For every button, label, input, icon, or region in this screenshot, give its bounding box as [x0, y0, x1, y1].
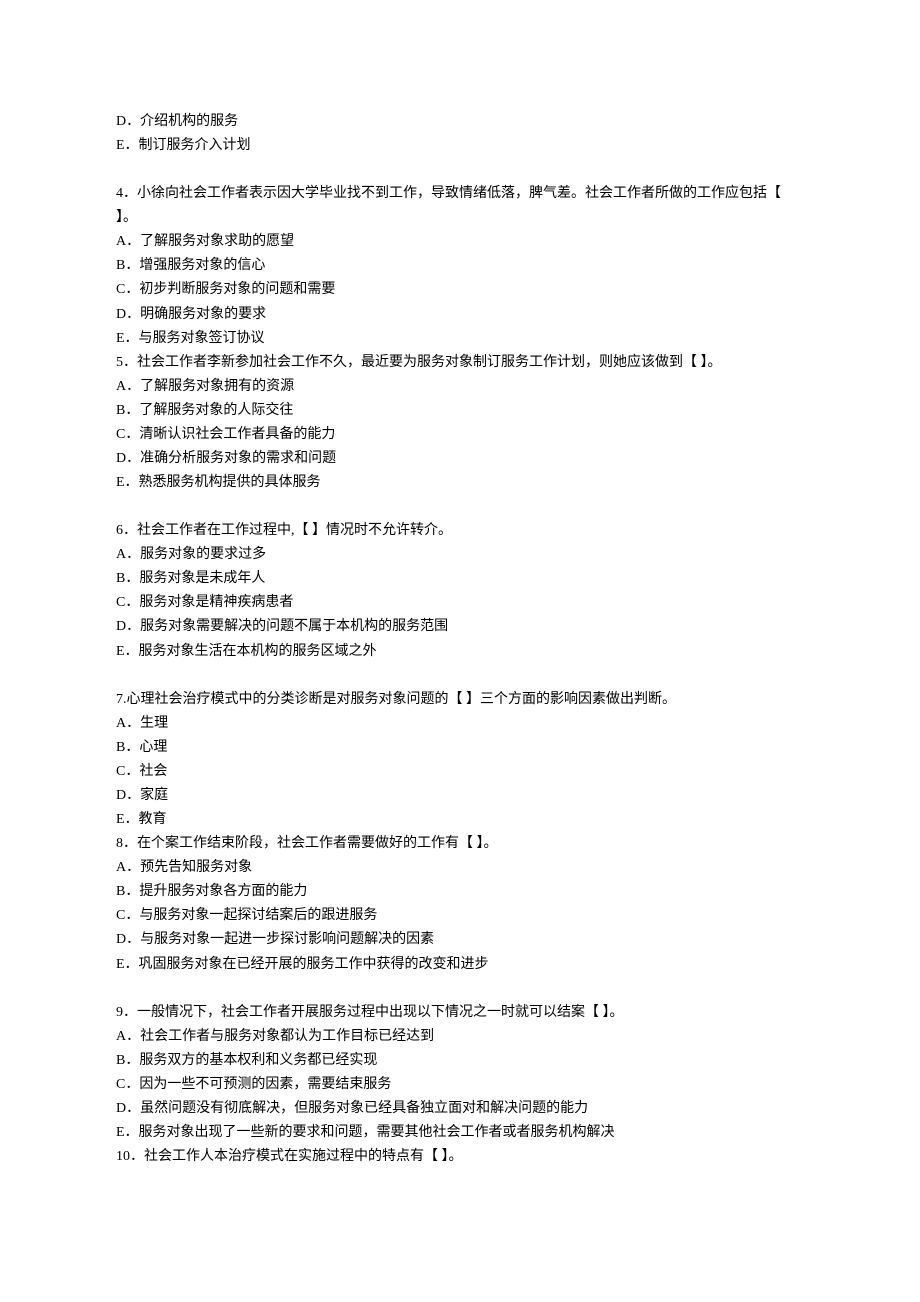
text-line: C．清晰认识社会工作者具备的能力 — [116, 423, 804, 447]
text-line: A．服务对象的要求过多 — [116, 543, 804, 567]
blank-line — [116, 158, 804, 182]
text-line: D．介绍机构的服务 — [116, 110, 804, 134]
text-line: E．制订服务介入计划 — [116, 134, 804, 158]
text-line: D．明确服务对象的要求 — [116, 303, 804, 327]
blank-line — [116, 495, 804, 519]
blank-line — [116, 664, 804, 688]
text-line: E．熟悉服务机构提供的具体服务 — [116, 471, 804, 495]
text-line: D．虽然问题没有彻底解决，但服务对象已经具备独立面对和解决问题的能力 — [116, 1097, 804, 1121]
text-line: 4．小徐向社会工作者表示因大学毕业找不到工作，导致情绪低落，脾气差。社会工作者所… — [116, 182, 804, 230]
text-line: 5．社会工作者李新参加社会工作不久，最近要为服务对象制订服务工作计划，则她应该做… — [116, 351, 804, 375]
text-line: 7.心理社会治疗模式中的分类诊断是对服务对象问题的【 】三个方面的影响因素做出判… — [116, 688, 804, 712]
text-line: C．因为一些不可预测的因素，需要结束服务 — [116, 1073, 804, 1097]
text-line: A．了解服务对象拥有的资源 — [116, 375, 804, 399]
text-line: C．服务对象是精神疾病患者 — [116, 591, 804, 615]
text-line: 9．一般情况下，社会工作者开展服务过程中出现以下情况之一时就可以结案【 】。 — [116, 1001, 804, 1025]
text-line: 10．社会工作人本治疗模式在实施过程中的特点有【 】。 — [116, 1145, 804, 1169]
text-line: E．与服务对象签订协议 — [116, 327, 804, 351]
text-line: 8．在个案工作结束阶段，社会工作者需要做好的工作有【 】。 — [116, 832, 804, 856]
text-line: B．增强服务对象的信心 — [116, 254, 804, 278]
text-line: B．了解服务对象的人际交往 — [116, 399, 804, 423]
text-line: D．准确分析服务对象的需求和问题 — [116, 447, 804, 471]
text-line: B．服务对象是未成年人 — [116, 567, 804, 591]
text-line: A．社会工作者与服务对象都认为工作目标已经达到 — [116, 1025, 804, 1049]
blank-line — [116, 977, 804, 1001]
text-line: 6．社会工作者在工作过程中,【 】情况时不允许转介。 — [116, 519, 804, 543]
text-line: B．心理 — [116, 736, 804, 760]
text-line: B．提升服务对象各方面的能力 — [116, 880, 804, 904]
text-line: D．与服务对象一起进一步探讨影响问题解决的因素 — [116, 928, 804, 952]
text-line: C．初步判断服务对象的问题和需要 — [116, 278, 804, 302]
text-line: D．服务对象需要解决的问题不属于本机构的服务范围 — [116, 615, 804, 639]
text-line: E．巩固服务对象在已经开展的服务工作中获得的改变和进步 — [116, 953, 804, 977]
document-page: D．介绍机构的服务E．制订服务介入计划 4．小徐向社会工作者表示因大学毕业找不到工… — [0, 0, 920, 1289]
text-line: E．教育 — [116, 808, 804, 832]
text-line: A．预先告知服务对象 — [116, 856, 804, 880]
text-line: C．与服务对象一起探讨结案后的跟进服务 — [116, 904, 804, 928]
text-line: C．社会 — [116, 760, 804, 784]
text-line: A．生理 — [116, 712, 804, 736]
text-line: D．家庭 — [116, 784, 804, 808]
text-line: B．服务双方的基本权利和义务都已经实现 — [116, 1049, 804, 1073]
text-line: E．服务对象出现了一些新的要求和问题，需要其他社会工作者或者服务机构解决 — [116, 1121, 804, 1145]
text-line: E．服务对象生活在本机构的服务区域之外 — [116, 640, 804, 664]
text-line: A．了解服务对象求助的愿望 — [116, 230, 804, 254]
